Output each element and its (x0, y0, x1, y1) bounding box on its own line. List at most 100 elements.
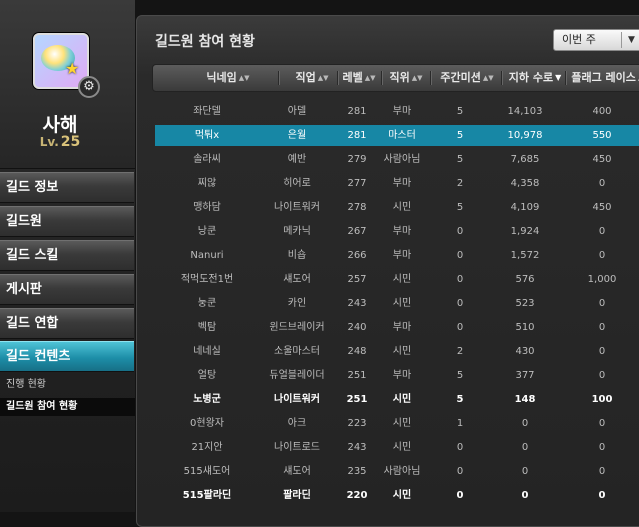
submenu-progress[interactable]: 진행 현황 (0, 376, 135, 394)
table-row[interactable]: 21지안 나이트로드 243 시민 0 0 0 (155, 437, 639, 458)
table-row-selected[interactable]: 먹퉈x 은월 281 마스터 5 10,978 550 (155, 125, 639, 146)
col-header-underground-waterway[interactable]: 지하 수로 ▼ (502, 65, 568, 91)
cell-job: 윈드브레이커 (269, 322, 325, 333)
page-title: 길드원 참여 현황 (155, 34, 255, 50)
cell-weekly-mission: 5 (456, 394, 464, 405)
cell-nickname: 얼탕 (197, 370, 217, 381)
star-icon: ★ (65, 59, 80, 78)
level-label: Lv. (39, 135, 59, 149)
cell-weekly-mission: 5 (456, 202, 464, 213)
cell-job: 듀얼블레이더 (269, 370, 325, 381)
menu-board[interactable]: 게시판 (0, 274, 134, 305)
cell-nickname: 낭쿤 (197, 226, 217, 237)
cell-weekly-mission: 5 (456, 154, 464, 165)
cell-weekly-mission: 1 (456, 418, 464, 429)
menu-guild-alliance[interactable]: 길드 연합 (0, 308, 134, 339)
cell-nickname: 21지안 (191, 442, 223, 453)
table-row[interactable]: 벡탐 윈드브레이커 240 부마 0 510 0 (155, 317, 639, 338)
cell-level: 223 (347, 418, 367, 429)
cell-rank: 시민 (392, 298, 412, 309)
cell-flag-race: 0 (598, 442, 606, 453)
cell-job: 예반 (287, 154, 307, 165)
cell-level: 243 (347, 442, 367, 453)
menu-guild-skill[interactable]: 길드 스킬 (0, 240, 134, 271)
cell-nickname: 515팔라딘 (182, 490, 232, 501)
table-row[interactable]: 0현왕자 아크 223 시민 1 0 0 (155, 413, 639, 434)
cell-job: 나이트워커 (274, 394, 320, 405)
table-row[interactable]: 네네실 소울마스터 248 시민 2 430 0 (155, 341, 639, 362)
cell-rank: 부마 (392, 250, 412, 261)
cell-rank: 부마 (392, 370, 412, 381)
submenu-member-participation[interactable]: 길드원 참여 현황 (0, 398, 135, 416)
table-row[interactable]: Nanuri 비숍 266 부마 0 1,572 0 (155, 245, 639, 266)
cell-flag-race: 0 (598, 418, 606, 429)
col-header-level[interactable]: 레벨 ▲▼ (339, 65, 379, 91)
cell-flag-race: 550 (592, 130, 612, 141)
col-header-weekly-mission[interactable]: 주간미션 ▲▼ (432, 65, 502, 91)
cell-level: 266 (347, 250, 367, 261)
sort-icon: ▲▼ (364, 74, 376, 82)
cell-level: 240 (347, 322, 367, 333)
cell-flag-race: 450 (592, 154, 612, 165)
table-row[interactable]: 노병군 나이트워커 251 시민 5 148 100 (155, 389, 639, 410)
cell-underground-waterway: 377 (515, 370, 535, 381)
col-header-flag-race[interactable]: 플래그 레이스▲▼ (567, 65, 639, 91)
cell-rank: 부마 (392, 106, 412, 117)
cell-underground-waterway: 1,924 (510, 226, 540, 237)
cell-underground-waterway: 0 (521, 418, 529, 429)
cell-level: 281 (347, 106, 367, 117)
cell-nickname: 눙쿤 (197, 298, 217, 309)
gear-icon[interactable]: ⚙ (78, 76, 100, 98)
cell-nickname: 먹퉈x (194, 130, 220, 141)
cell-underground-waterway: 0 (521, 466, 529, 477)
cell-job: 히어로 (283, 178, 311, 189)
cell-underground-waterway: 1,572 (510, 250, 540, 261)
cell-underground-waterway: 148 (514, 394, 536, 405)
cell-nickname: 찌않 (197, 178, 217, 189)
cell-underground-waterway: 0 (521, 490, 529, 501)
table-row[interactable]: 찌않 히어로 277 부마 2 4,358 0 (155, 173, 639, 194)
col-header-nickname[interactable]: 닉네임 ▲▼ (183, 65, 273, 91)
table-row[interactable]: 맹하담 나이트워커 278 시민 5 4,109 450 (155, 197, 639, 218)
cell-underground-waterway: 7,685 (510, 154, 540, 165)
table-row[interactable]: 눙쿤 카인 243 시민 0 523 0 (155, 293, 639, 314)
table-row[interactable]: 솔라씨 예반 279 사람아님 5 7,685 450 (155, 149, 639, 170)
dropdown-divider (621, 32, 622, 48)
table-row[interactable]: 얼탕 듀얼블레이더 251 부마 5 377 0 (155, 365, 639, 386)
sort-desc-icon: ▼ (555, 73, 562, 82)
menu-guild-info[interactable]: 길드 정보 (0, 172, 134, 203)
week-dropdown-value: 이번 주 (562, 33, 596, 46)
table-row[interactable]: 적먹도전1번 섀도어 257 시민 0 576 1,000 (155, 269, 639, 290)
col-header-rank[interactable]: 직위 ▲▼ (383, 65, 429, 91)
menu-guild-contents[interactable]: 길드 컨텐츠 (0, 341, 134, 372)
cell-flag-race: 0 (598, 466, 606, 477)
table-row[interactable]: 좌단델 아델 281 부마 5 14,103 400 (155, 101, 639, 122)
cell-level: 248 (347, 346, 367, 357)
cell-nickname: 적먹도전1번 (180, 274, 234, 285)
cell-nickname: 노병군 (193, 394, 221, 405)
cell-nickname: 좌단델 (193, 106, 221, 117)
cell-rank: 사람아님 (383, 154, 421, 165)
table-row[interactable]: 515팔라딘 팔라딘 220 시민 0 0 0 (155, 485, 639, 506)
cell-job: 카인 (287, 298, 307, 309)
guild-name: 사해 (42, 114, 78, 136)
cell-job: 은월 (287, 130, 307, 141)
cell-rank: 마스터 (388, 130, 416, 141)
table-row[interactable]: 515섀도어 섀도어 235 사람아님 0 0 0 (155, 461, 639, 482)
cell-job: 아크 (287, 418, 307, 429)
cell-flag-race: 0 (598, 490, 606, 501)
cell-weekly-mission: 2 (456, 178, 464, 189)
week-dropdown[interactable]: 이번 주 ▼ (553, 29, 639, 51)
cell-underground-waterway: 0 (521, 442, 529, 453)
table-row[interactable]: 낭쿤 메카닉 267 부마 0 1,924 0 (155, 221, 639, 242)
cell-rank: 시민 (392, 418, 412, 429)
cell-level: 277 (347, 178, 367, 189)
cell-level: 267 (347, 226, 367, 237)
menu-guild-members[interactable]: 길드원 (0, 206, 134, 237)
cell-underground-waterway: 430 (515, 346, 535, 357)
cell-rank: 부마 (392, 226, 412, 237)
cell-flag-race: 400 (592, 106, 612, 117)
guild-sidebar: ★ ⚙ 사해 Lv. 25 길드 정보 길드원 길드 스킬 게시판 길드 연합 길… (0, 0, 135, 512)
cell-level: 220 (346, 490, 368, 501)
sort-icon: ▲▼ (317, 74, 329, 82)
